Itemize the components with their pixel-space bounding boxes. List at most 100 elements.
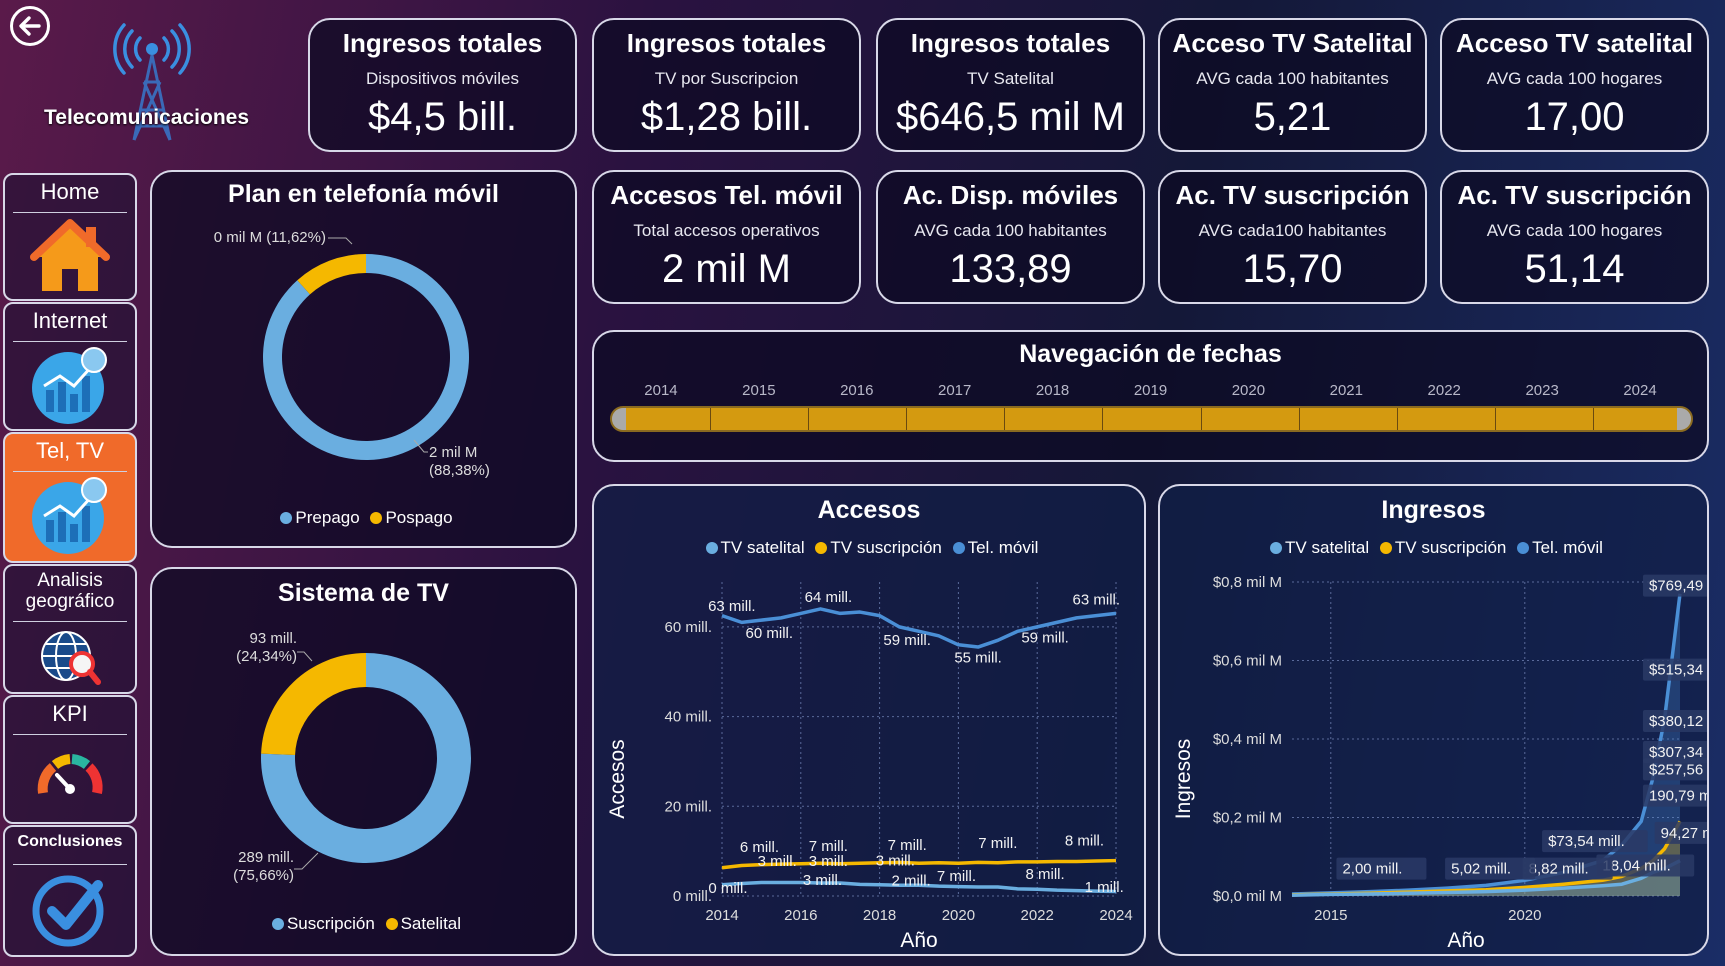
nav-internet[interactable]: Internet (3, 302, 137, 431)
legend-label: Prepago (295, 508, 360, 527)
kpi-subtitle: AVG cada 100 hogares (1486, 69, 1663, 88)
donut-slice-satelital (261, 653, 366, 756)
y-tick-label: $0,2 mil M (1213, 810, 1282, 827)
kpi-subtitle: Total accesos operativos (633, 221, 820, 240)
donut-data-label: 0 mil M (11,62%) (214, 229, 326, 246)
kpi-value: 51,14 (1524, 247, 1625, 291)
y-tick-label: $0,0 mil M (1213, 888, 1282, 905)
accesos-line-chart: 0 mill. 20 mill. 40 mill. 60 mill. 2014 2016 2… (606, 582, 1133, 952)
nav-tel-tv[interactable]: Tel, TV (3, 432, 137, 563)
data-label: $769,49 mill. (1649, 578, 1707, 595)
y-tick-label: 60 mill. (664, 619, 712, 636)
timeline-segment-divider (808, 408, 810, 430)
data-label: 63 mill. (708, 598, 756, 615)
timeline-year-label: 2020 (1231, 382, 1266, 399)
kpi-value: 5,21 (1253, 95, 1332, 139)
kpi-subtitle: Dispositivos móviles (365, 69, 520, 88)
kpi-title: Acceso TV satelital (1456, 28, 1693, 58)
timeline-slider[interactable] (610, 406, 1693, 432)
timeline-year-label: 2021 (1329, 382, 1363, 399)
sistema-tv-donut-chart: 289 mill.(75,66%) 93 mill.(24,34%) (233, 630, 471, 884)
data-label: $515,34 mill. (1649, 662, 1707, 679)
nav-geo[interactable]: Analisis geográfico (3, 564, 137, 694)
y-tick-label: $0,6 mil M (1213, 653, 1282, 670)
timeline-segment-divider (1298, 408, 1300, 430)
data-label: 7 mill. (978, 835, 1017, 852)
label-leader-line (297, 651, 313, 662)
legend-dot (370, 512, 383, 524)
timeline-year-label: 2014 (644, 382, 678, 399)
donut-slice-pospago (297, 254, 366, 295)
legend-dot (280, 512, 293, 524)
x-axis-label: Año (1447, 929, 1484, 952)
x-tick-label: 2016 (784, 907, 817, 924)
gauge-icon (37, 754, 103, 795)
kpi-subtitle: TV por Suscripcion (654, 69, 799, 88)
nav-home-label: Home (13, 175, 127, 213)
kpi-value: 15,70 (1242, 247, 1343, 291)
label-leader-line (294, 852, 319, 870)
kpi-card-accesos-tel-movil: Accesos Tel. móvil Total accesos operati… (592, 170, 861, 304)
back-button[interactable] (10, 6, 50, 46)
nav-kpi[interactable]: KPI (3, 695, 137, 824)
y-tick-label: 40 mill. (664, 709, 712, 726)
y-tick-label: 0 mill. (673, 888, 712, 905)
kpi-card-ac-disp-moviles: Ac. Disp. móviles AVG cada 100 habitante… (876, 170, 1145, 304)
x-tick-label: 2015 (1314, 907, 1347, 924)
kpi-title: Ac. Disp. móviles (902, 180, 1119, 210)
y-axis-label: Accesos (606, 739, 629, 818)
timeline-year-label: 2017 (937, 382, 972, 399)
nav-conclusiones-label: Conclusiones (13, 827, 127, 865)
kpi-card-acceso-tv-sat-habitantes: Acceso TV Satelital AVG cada 100 habitan… (1158, 18, 1427, 152)
donut-data-label: 93 mill. (249, 630, 297, 647)
data-label: 3 mill. (803, 872, 842, 889)
data-label: 64 mill. (805, 589, 853, 606)
timeline-year-label: 2024 (1623, 382, 1657, 399)
timeline-handle-left[interactable] (612, 408, 626, 430)
kpi-card-ingresos-tv-suscripcion: Ingresos totales TV por Suscripcion $1,2… (592, 18, 861, 152)
timeline-handle-right[interactable] (1677, 408, 1691, 430)
legend-label: Suscripción (286, 914, 375, 933)
kpi-title: Ingresos totales (910, 28, 1111, 58)
x-tick-label: 2024 (1099, 907, 1132, 924)
kpi-subtitle: AVG cada 100 habitantes (1196, 69, 1389, 88)
app-title: Telecomunicaciones (44, 106, 250, 129)
kpi-value: 2 mil M (662, 247, 791, 291)
legend-dot (271, 918, 284, 930)
data-label: $257,56 mill. (1649, 761, 1707, 778)
data-label: $380,12 mill. (1649, 713, 1707, 730)
x-tick-label: 2022 (1021, 907, 1054, 924)
kpi-value: 133,89 (949, 247, 1072, 291)
data-label: 55 mill. (954, 650, 1002, 667)
donut-pct-label: (75,66%) (233, 867, 294, 884)
timeline-year-label: 2018 (1035, 382, 1070, 399)
kpi-value: 17,00 (1524, 95, 1625, 139)
home-icon (30, 219, 110, 291)
accesos-panel: Accesos TV satelital TV suscripción Tel.… (592, 484, 1146, 956)
kpi-value: $1,28 bill. (640, 95, 813, 139)
timeline-segment-divider (1102, 408, 1104, 430)
timeline-title: Navegación de fechas (1019, 340, 1282, 368)
timeline-segment-divider (710, 408, 712, 430)
data-label: $73,54 mill. (1548, 833, 1625, 850)
nav-conclusiones[interactable]: Conclusiones (3, 825, 137, 957)
timeline-segment-divider (1396, 408, 1398, 430)
data-label: 2 mill. (892, 873, 931, 890)
x-tick-label: 2020 (942, 907, 975, 924)
timeline-year-label: 2015 (742, 382, 776, 399)
data-label: 8 mill. (1065, 832, 1104, 849)
nav-kpi-label: KPI (13, 697, 127, 735)
y-tick-label: $0,8 mil M (1213, 574, 1282, 591)
kpi-card-acceso-tv-sat-hogares: Acceso TV satelital AVG cada 100 hogares… (1440, 18, 1709, 152)
chart-icon (32, 477, 107, 554)
kpi-card-ac-tv-sus-hogares: Ac. TV suscripción AVG cada 100 hogares … (1440, 170, 1709, 304)
data-label: 1 mill. (1085, 879, 1124, 896)
timeline-year-label: 2019 (1133, 382, 1168, 399)
nav-home[interactable]: Home (3, 173, 137, 301)
kpi-subtitle: AVG cada 100 habitantes (914, 221, 1107, 240)
kpi-card-ac-tv-sus-habitantes: Ac. TV suscripción AVG cada100 habitante… (1158, 170, 1427, 304)
timeline-year-label: 2023 (1525, 382, 1559, 399)
sistema-tv-panel: Sistema de TV 289 mill. (75,66%) 93 mill.(… (150, 567, 577, 956)
data-label: 63 mill. (1073, 591, 1121, 608)
timeline-segment-divider (1494, 408, 1496, 430)
